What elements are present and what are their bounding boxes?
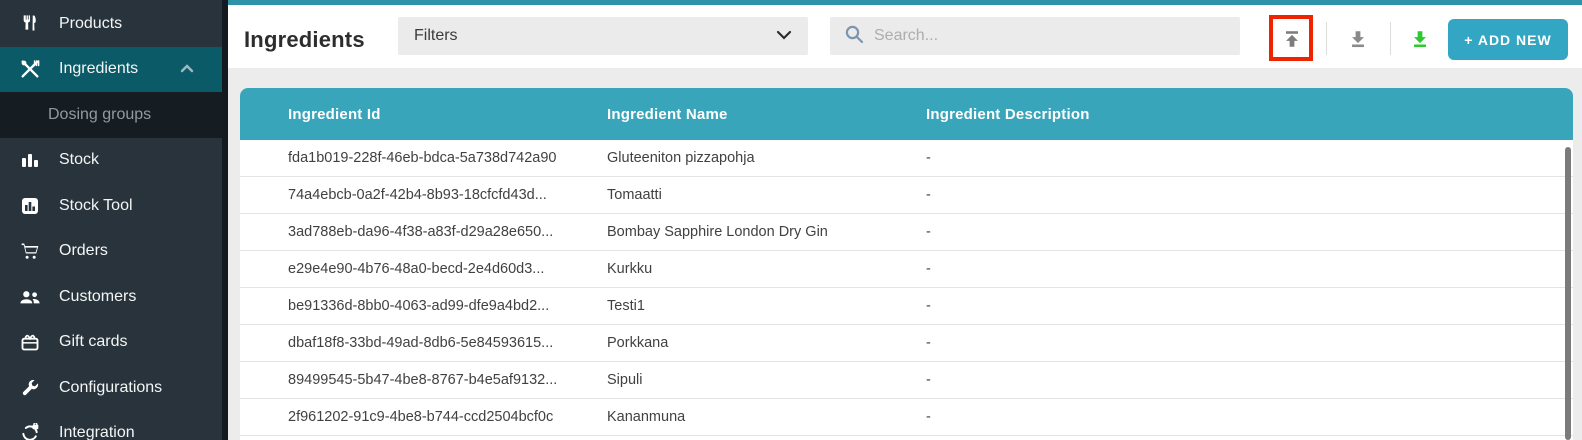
cell-ingredient-description: - — [878, 187, 1573, 203]
sidebar-item-ingredients[interactable]: Ingredients — [0, 47, 222, 93]
page-header: Ingredients Filters — [228, 5, 1582, 68]
sidebar-item-dosing-groups[interactable]: Dosing groups — [0, 92, 222, 138]
wrench-icon — [17, 377, 43, 399]
table-row[interactable]: dbaf18f8-33bd-49ad-8db6-5e84593615... Po… — [240, 325, 1573, 362]
cell-ingredient-description: - — [878, 150, 1573, 166]
cell-ingredient-id: e29e4e90-4b76-48a0-becd-2e4d60d3... — [240, 261, 559, 277]
cell-ingredient-name: Kananmuna — [559, 409, 878, 425]
upload-button[interactable] — [1272, 19, 1312, 59]
crossed-fork-spoon-icon — [17, 58, 43, 80]
sidebar-item-label: Integration — [59, 424, 135, 440]
toolbar-divider — [1390, 22, 1391, 55]
people-icon — [17, 286, 43, 308]
vertical-scrollbar[interactable] — [1565, 147, 1571, 440]
table-row[interactable]: 89499545-5b47-4be8-8767-b4e5af9132... Si… — [240, 362, 1573, 399]
column-header-ingredient-description[interactable]: Ingredient Description — [878, 106, 1573, 123]
cell-ingredient-description: - — [878, 224, 1573, 240]
table-body: fda1b019-228f-46eb-bdca-5a738d742a90 Glu… — [240, 140, 1573, 436]
search-icon — [844, 24, 864, 49]
cell-ingredient-name: Porkkana — [559, 335, 878, 351]
sidebar-item-stock[interactable]: Stock — [0, 138, 222, 184]
ingredients-table: Ingredient Id Ingredient Name Ingredient… — [240, 88, 1573, 440]
cell-ingredient-name: Gluteeniton pizzapohja — [559, 150, 878, 166]
sidebar-item-label: Stock Tool — [59, 197, 133, 215]
sidebar-item-label: Orders — [59, 242, 108, 260]
cell-ingredient-description: - — [878, 372, 1573, 388]
table-row[interactable]: e29e4e90-4b76-48a0-becd-2e4d60d3... Kurk… — [240, 251, 1573, 288]
sidebar-item-label: Configurations — [59, 379, 162, 397]
search-input[interactable] — [874, 27, 1226, 45]
table-header-row: Ingredient Id Ingredient Name Ingredient… — [240, 88, 1573, 140]
cell-ingredient-name: Kurkku — [559, 261, 878, 277]
filters-dropdown[interactable]: Filters — [398, 17, 808, 55]
sidebar-item-label: Products — [59, 15, 122, 33]
content-area: Ingredients Filters — [228, 0, 1582, 440]
table-row[interactable]: fda1b019-228f-46eb-bdca-5a738d742a90 Glu… — [240, 140, 1573, 177]
cell-ingredient-description: - — [878, 298, 1573, 314]
sidebar-item-label: Customers — [59, 288, 136, 306]
sidebar-item-label: Dosing groups — [48, 106, 151, 124]
table-row[interactable]: be91336d-8bb0-4063-ad99-dfe9a4bd2... Tes… — [240, 288, 1573, 325]
table-row[interactable]: 3ad788eb-da96-4f38-a83f-d29a28e650... Bo… — [240, 214, 1573, 251]
gift-card-icon — [17, 331, 43, 353]
bar-chart-icon — [17, 149, 43, 171]
sidebar-item-label: Gift cards — [59, 333, 127, 351]
download-button[interactable] — [1338, 19, 1378, 59]
chevron-up-icon — [180, 60, 194, 78]
column-header-ingredient-name[interactable]: Ingredient Name — [559, 106, 878, 123]
cell-ingredient-id: fda1b019-228f-46eb-bdca-5a738d742a90 — [240, 150, 559, 166]
chevron-down-icon — [776, 27, 792, 45]
cell-ingredient-name: Bombay Sapphire London Dry Gin — [559, 224, 878, 240]
sidebar-item-label: Stock — [59, 151, 99, 169]
sidebar-item-integration[interactable]: Integration — [0, 411, 222, 440]
download-green-button[interactable] — [1400, 19, 1440, 59]
cell-ingredient-id: 89499545-5b47-4be8-8767-b4e5af9132... — [240, 372, 559, 388]
cell-ingredient-id: 3ad788eb-da96-4f38-a83f-d29a28e650... — [240, 224, 559, 240]
app-window: Products Ingredients Dosing groups — [0, 0, 1582, 440]
cell-ingredient-name: Testi1 — [559, 298, 878, 314]
column-header-ingredient-id[interactable]: Ingredient Id — [240, 106, 559, 123]
sidebar-item-label: Ingredients — [59, 60, 138, 78]
shopping-cart-icon — [17, 240, 43, 262]
table-row[interactable]: 2f961202-91c9-4be8-b744-ccd2504bcf0c Kan… — [240, 399, 1573, 436]
utensils-icon — [17, 13, 43, 35]
page-title: Ingredients — [244, 27, 365, 53]
sidebar-item-products[interactable]: Products — [0, 1, 222, 47]
chart-box-icon — [17, 195, 43, 217]
sidebar-item-orders[interactable]: Orders — [0, 229, 222, 275]
sync-lock-icon — [17, 422, 43, 440]
cell-ingredient-description: - — [878, 261, 1573, 277]
cell-ingredient-name: Tomaatti — [559, 187, 878, 203]
add-new-button[interactable]: + ADD NEW — [1448, 19, 1568, 60]
sidebar-item-gift-cards[interactable]: Gift cards — [0, 320, 222, 366]
sidebar-item-configurations[interactable]: Configurations — [0, 365, 222, 411]
cell-ingredient-name: Sipuli — [559, 372, 878, 388]
cell-ingredient-description: - — [878, 409, 1573, 425]
table-row[interactable]: 74a4ebcb-0a2f-42b4-8b93-18cfcfd43d... To… — [240, 177, 1573, 214]
cell-ingredient-id: 2f961202-91c9-4be8-b744-ccd2504bcf0c — [240, 409, 559, 425]
search-box — [830, 17, 1240, 55]
cell-ingredient-description: - — [878, 335, 1573, 351]
sidebar-item-stock-tool[interactable]: Stock Tool — [0, 183, 222, 229]
sidebar-item-customers[interactable]: Customers — [0, 274, 222, 320]
filters-label: Filters — [414, 27, 458, 45]
sidebar: Products Ingredients Dosing groups — [0, 0, 228, 440]
cell-ingredient-id: dbaf18f8-33bd-49ad-8db6-5e84593615... — [240, 335, 559, 351]
cell-ingredient-id: be91336d-8bb0-4063-ad99-dfe9a4bd2... — [240, 298, 559, 314]
toolbar-divider — [1326, 22, 1327, 55]
cell-ingredient-id: 74a4ebcb-0a2f-42b4-8b93-18cfcfd43d... — [240, 187, 559, 203]
